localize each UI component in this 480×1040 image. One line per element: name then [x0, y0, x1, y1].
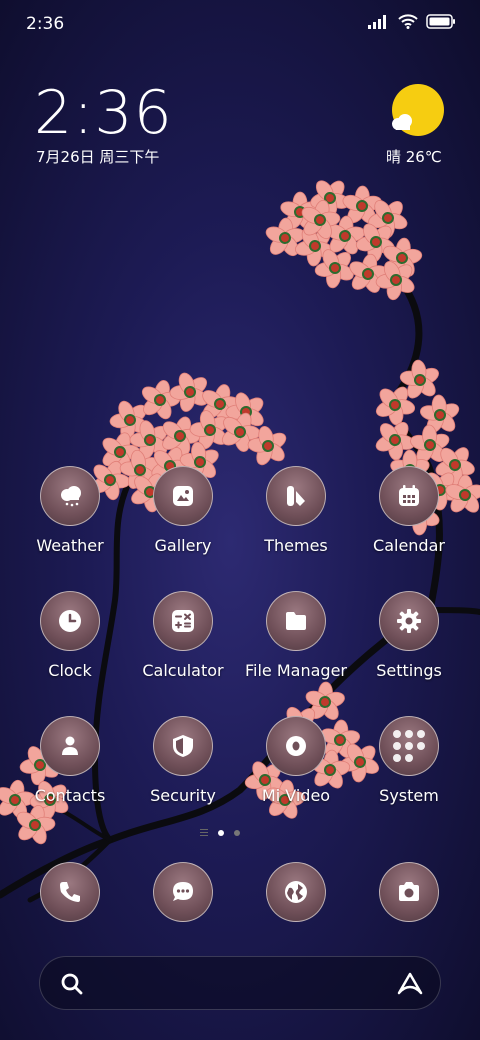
dock-phone[interactable] — [14, 862, 126, 922]
app-label: Clock — [48, 661, 92, 680]
app-calculator[interactable]: Calculator — [127, 591, 239, 680]
app-weather[interactable]: Weather — [14, 466, 126, 555]
browser-icon — [285, 881, 307, 903]
battery-icon — [426, 14, 455, 29]
phone-icon — [60, 882, 80, 902]
page-dot-active — [218, 829, 224, 836]
app-label: Calendar — [373, 536, 445, 555]
app-file-manager[interactable]: File Manager — [240, 591, 352, 680]
clock-widget-date: 7月26日 周三下午 — [36, 148, 160, 166]
app-label: Security — [150, 786, 216, 805]
app-system-folder[interactable]: System — [353, 716, 465, 805]
calendar-icon — [399, 485, 419, 506]
shield-icon — [173, 735, 193, 757]
app-contacts[interactable]: Contacts — [14, 716, 126, 805]
video-icon — [286, 736, 306, 756]
camera-icon — [399, 882, 419, 901]
signal-icon — [368, 14, 386, 29]
app-label: Calculator — [142, 661, 224, 680]
folder-icon — [286, 612, 306, 630]
app-label: Settings — [376, 661, 442, 680]
dock-camera[interactable] — [353, 862, 465, 922]
page-indicator[interactable] — [200, 829, 240, 836]
page-dot — [234, 829, 240, 836]
status-bar: 2:36 — [0, 0, 480, 50]
weather-text: 晴 26℃ — [386, 148, 442, 166]
app-label: Mi Video — [261, 786, 331, 805]
app-themes[interactable]: Themes — [240, 466, 352, 555]
app-label: Weather — [36, 536, 104, 555]
wifi-icon — [398, 14, 418, 29]
search-bar[interactable] — [39, 956, 441, 1010]
app-label: Themes — [264, 536, 328, 555]
app-calendar[interactable]: Calendar — [353, 466, 465, 555]
contacts-icon — [62, 736, 78, 755]
assistant-icon[interactable] — [396, 971, 424, 997]
app-list-indicator-icon — [200, 829, 208, 836]
message-icon — [173, 882, 193, 901]
app-mi-video[interactable]: Mi Video — [240, 716, 352, 805]
cloud-icon — [392, 114, 412, 130]
dock-messages[interactable] — [127, 862, 239, 922]
weather-widget[interactable]: 晴 26℃ — [376, 80, 456, 170]
weather-icon — [61, 486, 81, 507]
clock-widget-time[interactable]: 2:36 — [34, 78, 173, 148]
app-label: Contacts — [34, 786, 106, 805]
gear-icon — [397, 609, 421, 633]
status-time: 2:36 — [26, 14, 65, 34]
app-gallery[interactable]: Gallery — [127, 466, 239, 555]
folder-grid-icon — [393, 730, 425, 762]
calculator-icon — [172, 610, 194, 632]
app-clock[interactable]: Clock — [14, 591, 126, 680]
dock-browser[interactable] — [240, 862, 352, 922]
app-security[interactable]: Security — [127, 716, 239, 805]
gallery-icon — [173, 486, 193, 506]
app-label: File Manager — [245, 661, 347, 680]
app-label: Gallery — [154, 536, 212, 555]
search-icon — [61, 973, 83, 995]
clock-icon — [59, 610, 81, 632]
app-settings[interactable]: Settings — [353, 591, 465, 680]
app-label: System — [379, 786, 439, 805]
themes-icon — [287, 486, 305, 506]
